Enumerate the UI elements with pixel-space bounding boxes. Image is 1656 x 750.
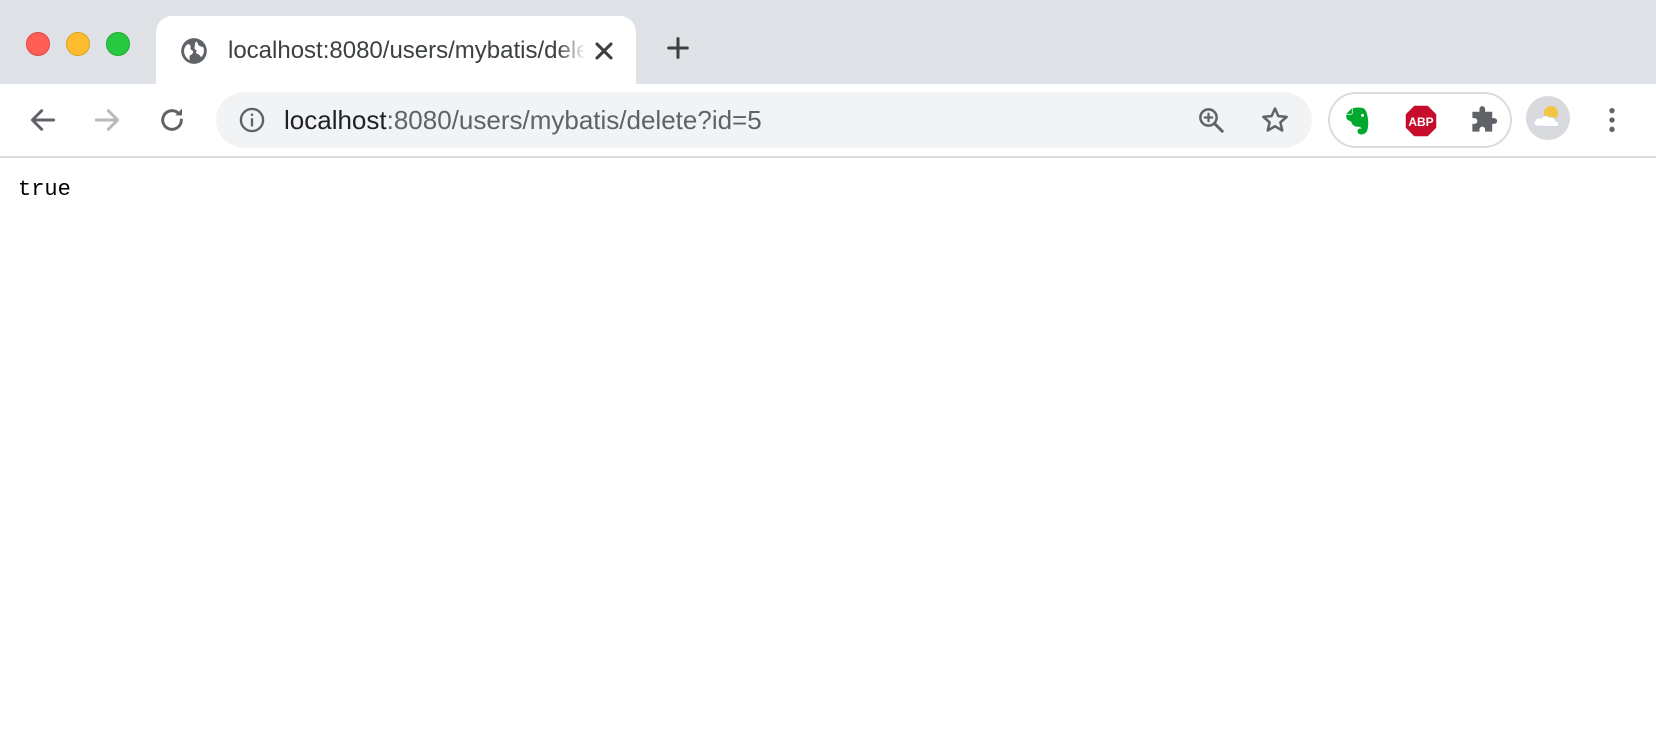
- weather-avatar-icon: [1533, 106, 1560, 127]
- reload-icon[interactable]: [156, 104, 188, 136]
- adblock-plus-icon[interactable]: ABP: [1404, 104, 1438, 138]
- puzzle-icon[interactable]: [1466, 104, 1500, 138]
- globe-icon: [181, 38, 207, 64]
- close-icon[interactable]: [590, 37, 618, 65]
- kebab-menu-icon[interactable]: [1596, 104, 1628, 136]
- info-icon[interactable]: [238, 106, 266, 134]
- response-text: true: [18, 177, 71, 202]
- zoom-window-button[interactable]: [106, 32, 130, 56]
- evernote-icon[interactable]: [1342, 104, 1376, 138]
- tab-active[interactable]: localhost:8080/users/mybatis/delete?id=5: [156, 16, 636, 84]
- tab-title: localhost:8080/users/mybatis/delete?id=5: [228, 37, 586, 64]
- extensions-group: ABP: [1328, 92, 1512, 148]
- adblock-plus-octagon: ABP: [1404, 104, 1438, 138]
- minimize-window-button[interactable]: [66, 32, 90, 56]
- close-window-button[interactable]: [26, 32, 50, 56]
- tab-strip: localhost:8080/users/mybatis/delete?id=5: [0, 0, 1656, 84]
- browser-toolbar: localhost:8080/users/mybatis/delete?id=5: [0, 84, 1656, 158]
- address-bar[interactable]: localhost:8080/users/mybatis/delete?id=5: [216, 92, 1312, 148]
- page-content: true: [0, 158, 1656, 750]
- zoom-in-icon[interactable]: [1196, 105, 1226, 135]
- url-host: localhost: [284, 105, 387, 135]
- star-icon[interactable]: [1260, 105, 1290, 135]
- url-text[interactable]: localhost:8080/users/mybatis/delete?id=5: [284, 102, 762, 138]
- url-path: :8080/users/mybatis/delete?id=5: [386, 105, 762, 135]
- arrow-right-icon[interactable]: [91, 104, 123, 136]
- plus-icon[interactable]: [664, 34, 692, 62]
- arrow-left-icon[interactable]: [27, 104, 59, 136]
- adblock-plus-label: ABP: [1408, 115, 1433, 129]
- profile-avatar[interactable]: [1526, 96, 1570, 140]
- browser-window: localhost:8080/users/mybatis/delete?id=5: [0, 0, 1656, 750]
